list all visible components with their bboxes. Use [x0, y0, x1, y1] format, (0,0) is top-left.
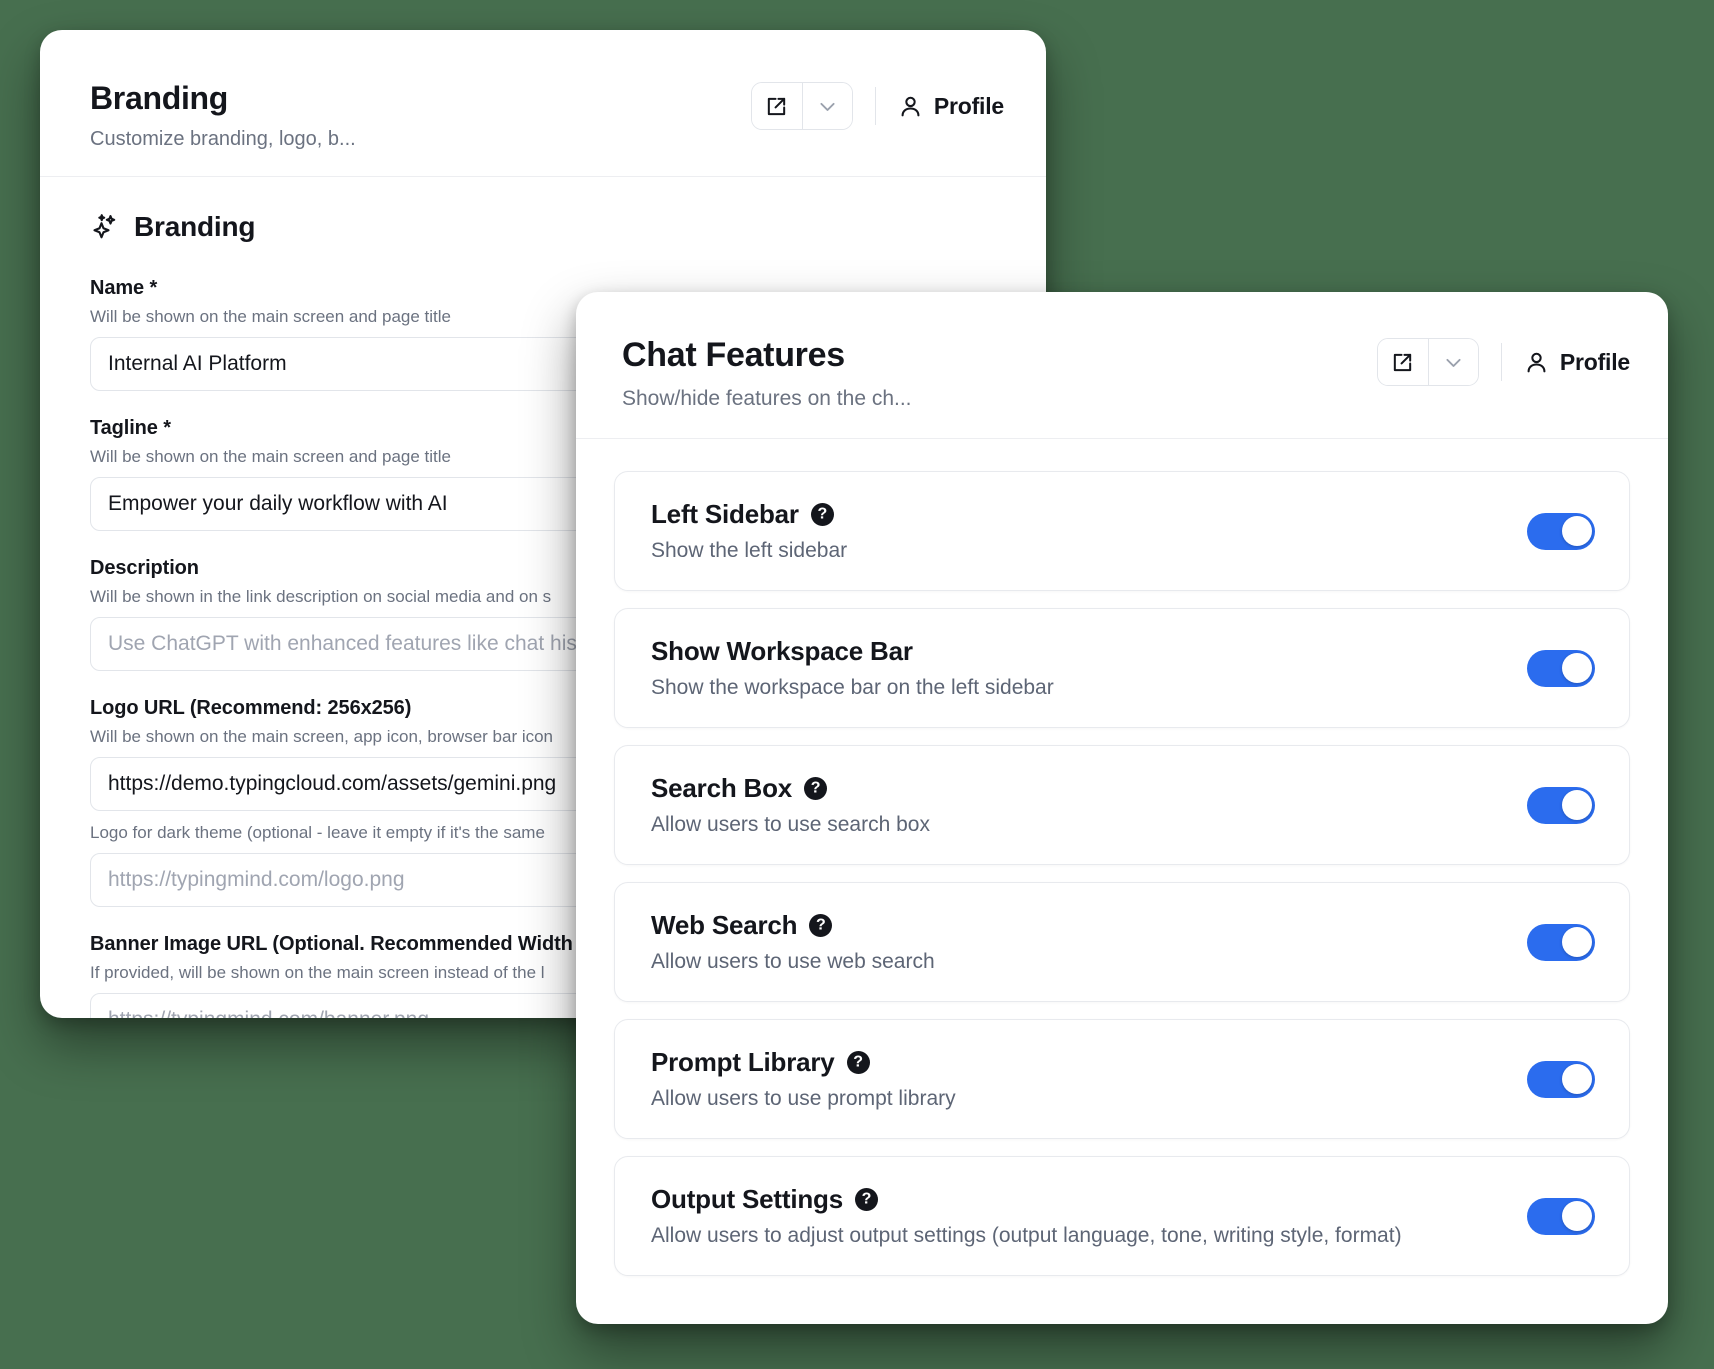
branding-section-heading: Branding [90, 211, 996, 243]
feature-text: Output Settings ? Allow users to adjust … [651, 1184, 1402, 1248]
feature-text: Show Workspace Bar Show the workspace ba… [651, 636, 1054, 700]
external-link-icon [768, 97, 786, 115]
chat-features-page-subtitle: Show/hide features on the ch... [622, 387, 912, 411]
chat-features-list: Left Sidebar ? Show the left sidebar Sho… [576, 439, 1668, 1277]
toggle-knob [1561, 790, 1592, 821]
feature-description: Allow users to use web search [651, 950, 935, 974]
user-icon [901, 96, 920, 116]
toggle-knob [1561, 653, 1592, 684]
profile-button-label: Profile [1559, 348, 1630, 375]
chat-features-header-actions: Profile [1376, 334, 1630, 386]
toggle-show-workspace-bar[interactable] [1527, 649, 1595, 687]
feature-text: Web Search ? Allow users to use web sear… [651, 910, 935, 974]
branding-header-actions: Profile [750, 78, 1004, 130]
help-circle-icon[interactable]: ? [809, 914, 833, 938]
feature-title-line: Web Search ? [651, 910, 935, 941]
feature-description: Allow users to use prompt library [651, 1087, 956, 1111]
feature-title-line: Prompt Library ? [651, 1047, 956, 1078]
toggle-knob [1561, 1201, 1592, 1232]
feature-row-prompt-library: Prompt Library ? Allow users to use prom… [614, 1019, 1630, 1140]
feature-row-output-settings: Output Settings ? Allow users to adjust … [614, 1156, 1630, 1277]
toggle-web-search[interactable] [1527, 923, 1595, 961]
feature-description: Allow users to use search box [651, 813, 930, 837]
feature-title-line: Show Workspace Bar [651, 636, 1054, 667]
chat-features-action-button-group [1376, 338, 1479, 386]
profile-button[interactable]: Profile [1524, 349, 1630, 376]
chat-features-page-title: Chat Features [622, 336, 845, 374]
feature-description: Show the left sidebar [651, 539, 848, 563]
profile-button[interactable]: Profile [898, 93, 1004, 120]
feature-row-show-workspace-bar: Show Workspace Bar Show the workspace ba… [614, 608, 1630, 729]
feature-description: Allow users to adjust output settings (o… [651, 1224, 1402, 1248]
toggle-knob [1561, 927, 1592, 958]
header-divider [1500, 343, 1502, 381]
chevron-down-icon [1446, 358, 1461, 367]
open-external-dropdown-button[interactable] [1427, 339, 1478, 385]
feature-title-line: Output Settings ? [651, 1184, 1402, 1215]
branding-header-titles: Branding Customize branding, logo, b... [90, 78, 356, 152]
open-external-button[interactable] [751, 83, 802, 129]
branding-page-subtitle: Customize branding, logo, b... [90, 127, 356, 150]
header-divider [874, 87, 876, 125]
feature-title: Left Sidebar [651, 499, 799, 530]
feature-row-search-box: Search Box ? Allow users to use search b… [614, 745, 1630, 866]
branding-action-button-group [750, 82, 853, 130]
feature-title: Prompt Library [651, 1047, 835, 1078]
toggle-knob [1561, 1064, 1592, 1095]
feature-title: Output Settings [651, 1184, 843, 1215]
feature-title: Search Box [651, 773, 793, 804]
toggle-knob [1561, 516, 1592, 547]
user-icon [1527, 352, 1546, 372]
feature-title-line: Left Sidebar ? [651, 499, 847, 530]
toggle-search-box[interactable] [1527, 786, 1595, 824]
help-circle-icon[interactable]: ? [804, 777, 828, 801]
feature-title: Web Search [651, 910, 798, 941]
chevron-down-icon [820, 102, 835, 111]
feature-row-web-search: Web Search ? Allow users to use web sear… [614, 882, 1630, 1003]
profile-button-label: Profile [933, 92, 1004, 119]
sparkles-icon [93, 213, 116, 239]
chat-features-panel: Chat Features Show/hide features on the … [576, 292, 1668, 1324]
feature-text: Left Sidebar ? Show the left sidebar [651, 499, 847, 563]
chat-features-panel-header: Chat Features Show/hide features on the … [576, 292, 1668, 440]
chat-features-header-titles: Chat Features Show/hide features on the … [622, 334, 912, 412]
open-external-button[interactable] [1377, 339, 1428, 385]
toggle-output-settings[interactable] [1527, 1197, 1595, 1235]
help-circle-icon[interactable]: ? [854, 1188, 878, 1212]
help-circle-icon[interactable]: ? [810, 503, 834, 527]
feature-title-line: Search Box ? [651, 773, 930, 804]
help-circle-icon[interactable]: ? [846, 1051, 870, 1075]
feature-title: Show Workspace Bar [651, 636, 913, 667]
toggle-prompt-library[interactable] [1527, 1060, 1595, 1098]
external-link-icon [1394, 353, 1412, 371]
branding-section-title: Branding [134, 210, 256, 242]
feature-description: Show the workspace bar on the left sideb… [651, 676, 1054, 700]
feature-row-left-sidebar: Left Sidebar ? Show the left sidebar [614, 471, 1630, 592]
feature-text: Prompt Library ? Allow users to use prom… [651, 1047, 956, 1111]
open-external-dropdown-button[interactable] [801, 83, 852, 129]
branding-page-title: Branding [90, 80, 229, 116]
toggle-left-sidebar[interactable] [1527, 512, 1595, 550]
branding-panel-header: Branding Customize branding, logo, b... [40, 30, 1046, 177]
feature-text: Search Box ? Allow users to use search b… [651, 773, 930, 837]
